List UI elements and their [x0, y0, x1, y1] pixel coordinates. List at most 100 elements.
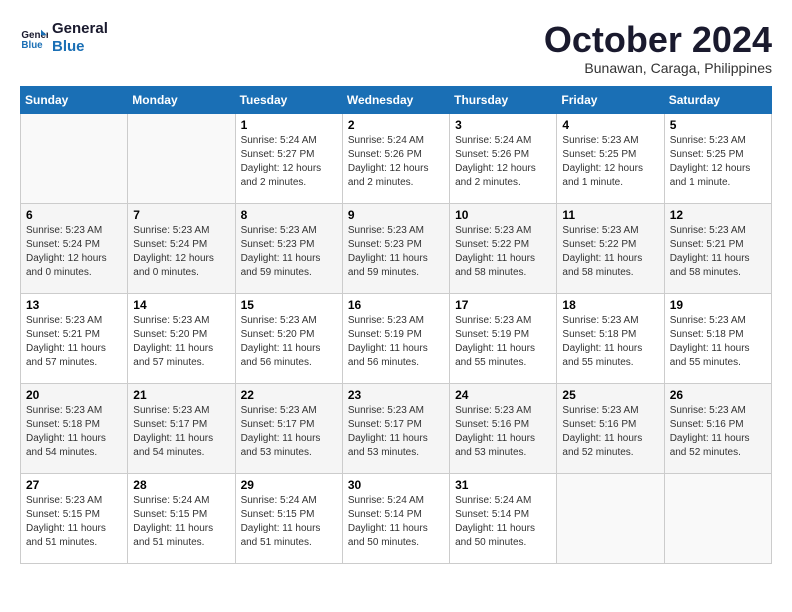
day-info: Sunrise: 5:23 AM Sunset: 5:23 PM Dayligh… [241, 224, 337, 280]
day-info: Sunrise: 5:23 AM Sunset: 5:17 PM Dayligh… [348, 404, 444, 460]
calendar-cell: 29 Sunrise: 5:24 AM Sunset: 5:15 PM Dayli… [235, 473, 342, 563]
logo: General Blue General Blue [20, 20, 108, 56]
calendar-cell: 19 Sunrise: 5:23 AM Sunset: 5:18 PM Dayli… [664, 293, 771, 383]
day-info: Sunrise: 5:24 AM Sunset: 5:14 PM Dayligh… [455, 494, 551, 550]
day-info: Sunrise: 5:23 AM Sunset: 5:25 PM Dayligh… [562, 134, 658, 190]
day-info: Sunrise: 5:24 AM Sunset: 5:27 PM Dayligh… [241, 134, 337, 190]
calendar-cell: 23 Sunrise: 5:23 AM Sunset: 5:17 PM Dayli… [342, 383, 449, 473]
svg-text:Blue: Blue [21, 40, 43, 51]
day-number: 20 [26, 388, 122, 402]
day-info: Sunrise: 5:23 AM Sunset: 5:24 PM Dayligh… [133, 224, 229, 280]
day-number: 4 [562, 118, 658, 132]
header-sunday: Sunday [21, 86, 128, 113]
calendar-header-row: SundayMondayTuesdayWednesdayThursdayFrid… [21, 86, 772, 113]
day-number: 10 [455, 208, 551, 222]
day-info: Sunrise: 5:24 AM Sunset: 5:26 PM Dayligh… [348, 134, 444, 190]
day-info: Sunrise: 5:23 AM Sunset: 5:19 PM Dayligh… [455, 314, 551, 370]
calendar-cell: 13 Sunrise: 5:23 AM Sunset: 5:21 PM Dayli… [21, 293, 128, 383]
day-info: Sunrise: 5:23 AM Sunset: 5:17 PM Dayligh… [133, 404, 229, 460]
logo-icon: General Blue [20, 24, 48, 52]
day-number: 9 [348, 208, 444, 222]
day-info: Sunrise: 5:23 AM Sunset: 5:16 PM Dayligh… [670, 404, 766, 460]
calendar-cell: 20 Sunrise: 5:23 AM Sunset: 5:18 PM Dayli… [21, 383, 128, 473]
calendar-cell: 4 Sunrise: 5:23 AM Sunset: 5:25 PM Daylig… [557, 113, 664, 203]
calendar-cell: 27 Sunrise: 5:23 AM Sunset: 5:15 PM Dayli… [21, 473, 128, 563]
calendar-cell: 30 Sunrise: 5:24 AM Sunset: 5:14 PM Dayli… [342, 473, 449, 563]
day-info: Sunrise: 5:24 AM Sunset: 5:15 PM Dayligh… [241, 494, 337, 550]
day-info: Sunrise: 5:23 AM Sunset: 5:22 PM Dayligh… [455, 224, 551, 280]
day-number: 23 [348, 388, 444, 402]
calendar-cell: 5Sunrise: 5:23 AM Sunset: 5:25 PM Daylig… [664, 113, 771, 203]
calendar-cell: 9 Sunrise: 5:23 AM Sunset: 5:23 PM Daylig… [342, 203, 449, 293]
calendar-cell: 15 Sunrise: 5:23 AM Sunset: 5:20 PM Dayli… [235, 293, 342, 383]
day-info: Sunrise: 5:24 AM Sunset: 5:15 PM Dayligh… [133, 494, 229, 550]
calendar-cell: 2 Sunrise: 5:24 AM Sunset: 5:26 PM Daylig… [342, 113, 449, 203]
day-info: Sunrise: 5:23 AM Sunset: 5:19 PM Dayligh… [348, 314, 444, 370]
calendar-cell: 22Sunrise: 5:23 AM Sunset: 5:17 PM Dayli… [235, 383, 342, 473]
calendar-cell: 17 Sunrise: 5:23 AM Sunset: 5:19 PM Dayli… [450, 293, 557, 383]
day-number: 14 [133, 298, 229, 312]
day-info: Sunrise: 5:23 AM Sunset: 5:25 PM Dayligh… [670, 134, 766, 190]
calendar-cell [128, 113, 235, 203]
day-number: 2 [348, 118, 444, 132]
day-info: Sunrise: 5:23 AM Sunset: 5:15 PM Dayligh… [26, 494, 122, 550]
calendar-cell [664, 473, 771, 563]
calendar-cell: 10 Sunrise: 5:23 AM Sunset: 5:22 PM Dayli… [450, 203, 557, 293]
day-number: 29 [241, 478, 337, 492]
day-info: Sunrise: 5:23 AM Sunset: 5:24 PM Dayligh… [26, 224, 122, 280]
day-number: 27 [26, 478, 122, 492]
calendar-cell: 3 Sunrise: 5:24 AM Sunset: 5:26 PM Daylig… [450, 113, 557, 203]
calendar-cell: 1Sunrise: 5:24 AM Sunset: 5:27 PM Daylig… [235, 113, 342, 203]
calendar-cell [557, 473, 664, 563]
month-title: October 2024 [544, 20, 772, 60]
calendar-week-1: 1Sunrise: 5:24 AM Sunset: 5:27 PM Daylig… [21, 113, 772, 203]
calendar-cell: 8 Sunrise: 5:23 AM Sunset: 5:23 PM Daylig… [235, 203, 342, 293]
calendar-cell: 12Sunrise: 5:23 AM Sunset: 5:21 PM Dayli… [664, 203, 771, 293]
calendar: SundayMondayTuesdayWednesdayThursdayFrid… [20, 86, 772, 564]
calendar-cell: 16 Sunrise: 5:23 AM Sunset: 5:19 PM Dayli… [342, 293, 449, 383]
calendar-cell: 6 Sunrise: 5:23 AM Sunset: 5:24 PM Daylig… [21, 203, 128, 293]
calendar-cell: 11Sunrise: 5:23 AM Sunset: 5:22 PM Dayli… [557, 203, 664, 293]
day-number: 18 [562, 298, 658, 312]
calendar-week-5: 27 Sunrise: 5:23 AM Sunset: 5:15 PM Dayli… [21, 473, 772, 563]
location: Bunawan, Caraga, Philippines [544, 60, 772, 76]
day-info: Sunrise: 5:23 AM Sunset: 5:17 PM Dayligh… [241, 404, 337, 460]
calendar-week-3: 13 Sunrise: 5:23 AM Sunset: 5:21 PM Dayli… [21, 293, 772, 383]
header-wednesday: Wednesday [342, 86, 449, 113]
day-info: Sunrise: 5:23 AM Sunset: 5:22 PM Dayligh… [562, 224, 658, 280]
day-number: 13 [26, 298, 122, 312]
day-number: 26 [670, 388, 766, 402]
day-info: Sunrise: 5:23 AM Sunset: 5:18 PM Dayligh… [562, 314, 658, 370]
calendar-cell: 14Sunrise: 5:23 AM Sunset: 5:20 PM Dayli… [128, 293, 235, 383]
day-info: Sunrise: 5:23 AM Sunset: 5:16 PM Dayligh… [562, 404, 658, 460]
day-info: Sunrise: 5:23 AM Sunset: 5:18 PM Dayligh… [26, 404, 122, 460]
header-saturday: Saturday [664, 86, 771, 113]
day-number: 15 [241, 298, 337, 312]
day-number: 6 [26, 208, 122, 222]
day-info: Sunrise: 5:23 AM Sunset: 5:18 PM Dayligh… [670, 314, 766, 370]
day-number: 19 [670, 298, 766, 312]
calendar-cell: 26 Sunrise: 5:23 AM Sunset: 5:16 PM Dayli… [664, 383, 771, 473]
day-number: 16 [348, 298, 444, 312]
day-number: 25 [562, 388, 658, 402]
calendar-cell: 25 Sunrise: 5:23 AM Sunset: 5:16 PM Dayli… [557, 383, 664, 473]
day-number: 21 [133, 388, 229, 402]
day-number: 31 [455, 478, 551, 492]
calendar-cell: 7Sunrise: 5:23 AM Sunset: 5:24 PM Daylig… [128, 203, 235, 293]
day-number: 17 [455, 298, 551, 312]
day-info: Sunrise: 5:23 AM Sunset: 5:20 PM Dayligh… [241, 314, 337, 370]
day-info: Sunrise: 5:24 AM Sunset: 5:14 PM Dayligh… [348, 494, 444, 550]
day-number: 24 [455, 388, 551, 402]
day-info: Sunrise: 5:24 AM Sunset: 5:26 PM Dayligh… [455, 134, 551, 190]
logo-line2: Blue [52, 38, 108, 56]
header-tuesday: Tuesday [235, 86, 342, 113]
day-number: 8 [241, 208, 337, 222]
page-header: General Blue General Blue October 2024 B… [20, 20, 772, 76]
day-info: Sunrise: 5:23 AM Sunset: 5:21 PM Dayligh… [26, 314, 122, 370]
day-info: Sunrise: 5:23 AM Sunset: 5:23 PM Dayligh… [348, 224, 444, 280]
calendar-cell: 28Sunrise: 5:24 AM Sunset: 5:15 PM Dayli… [128, 473, 235, 563]
day-info: Sunrise: 5:23 AM Sunset: 5:16 PM Dayligh… [455, 404, 551, 460]
day-number: 3 [455, 118, 551, 132]
day-number: 30 [348, 478, 444, 492]
header-monday: Monday [128, 86, 235, 113]
